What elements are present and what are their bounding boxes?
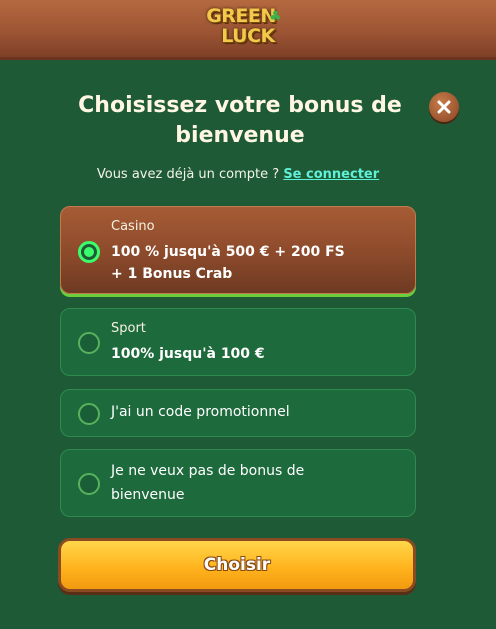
account-prompt-row: Vous avez déjà un compte ? Se connecter	[0, 167, 476, 182]
option-casino-value-line1: 100 % jusqu'à 500 € + 200 FS	[111, 244, 345, 260]
option-no-bonus-text-line1: Je ne veux pas de bonus de	[111, 463, 305, 479]
option-casino-value-line2: + 1 Bonus Crab	[111, 266, 233, 282]
option-no-bonus-text-line2: bienvenue	[111, 487, 185, 503]
option-sport-label: Sport	[111, 321, 146, 336]
option-no-bonus[interactable]: Je ne veux pas de bonus de bienvenue	[60, 449, 416, 517]
modal-title: Choisissez votre bonus de bienvenue	[78, 93, 402, 148]
green-luck-logo[interactable]: GREEN LUCK ♣	[196, 6, 286, 52]
option-promo-code[interactable]: J'ai un code promotionnel	[60, 389, 416, 437]
logo-text-line2: LUCK	[221, 25, 275, 47]
clover-icon: ♣	[268, 9, 282, 25]
close-icon	[437, 100, 451, 114]
account-prompt-text: Vous avez déjà un compte ?	[96, 167, 280, 182]
radio-promo-code[interactable]	[78, 403, 100, 425]
option-promo-code-text: J'ai un code promotionnel	[111, 404, 290, 420]
option-casino-label: Casino	[111, 219, 155, 234]
option-casino[interactable]: Casino 100 % jusqu'à 500 € + 200 FS + 1 …	[60, 206, 416, 294]
option-sport-value: 100% jusqu'à 100 €	[111, 346, 265, 362]
top-bar: GREEN LUCK ♣	[0, 0, 496, 60]
login-link[interactable]: Se connecter	[283, 167, 379, 182]
option-sport[interactable]: Sport 100% jusqu'à 100 €	[60, 308, 416, 376]
radio-sport[interactable]	[78, 332, 100, 354]
close-button[interactable]	[429, 92, 459, 122]
choose-button[interactable]: Choisir	[58, 538, 416, 592]
radio-casino[interactable]	[78, 241, 100, 263]
radio-no-bonus[interactable]	[78, 473, 100, 495]
